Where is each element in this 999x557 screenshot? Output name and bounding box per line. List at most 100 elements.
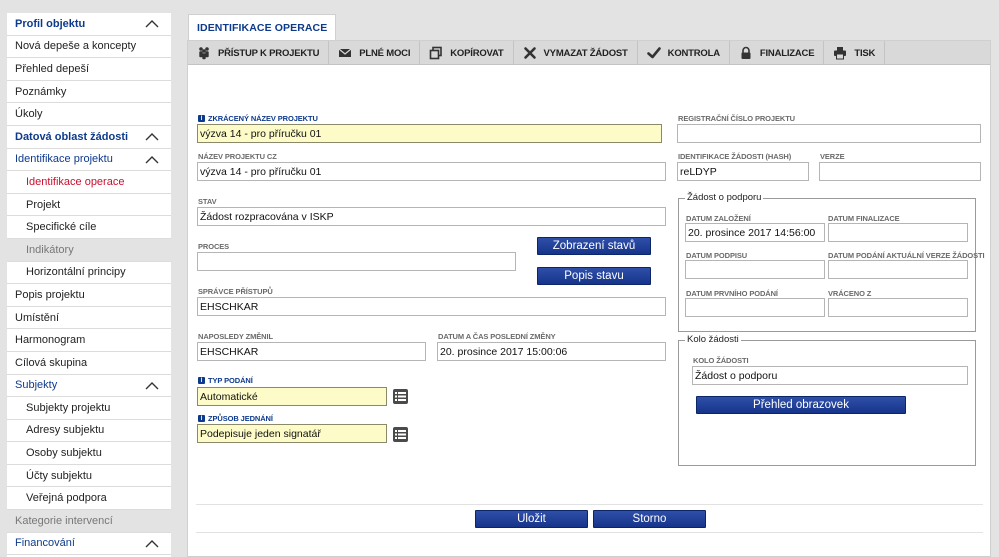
verze-label: VERZE [820, 152, 845, 161]
sidebar-item-label: Projekt [26, 198, 61, 211]
toolbar-button-label: VYMAZAT ŽÁDOST [543, 47, 628, 59]
delete-x-icon [523, 46, 544, 60]
typ-podani-list-icon[interactable] [393, 389, 408, 404]
sidebar-item-osoby-subjektu[interactable]: Osoby subjektu [7, 442, 171, 465]
people-icon [197, 46, 218, 60]
chevron-up-icon[interactable] [145, 19, 159, 29]
chevron-up-icon[interactable] [145, 132, 159, 142]
datum-podani-verze-field [828, 260, 968, 279]
sidebar-item-label: Adresy subjektu [26, 424, 105, 437]
sidebar-item-harmonogram[interactable]: Harmonogram [7, 329, 171, 352]
toolbar-vymazat-zadost-button[interactable]: VYMAZAT ŽÁDOST [514, 41, 638, 65]
toolbar-button-label: FINALIZACE [759, 47, 815, 59]
sidebar-item-verejna-podpora[interactable]: Veřejná podpora [7, 487, 171, 511]
sidebar-item-ukoly[interactable]: Úkoly [7, 103, 171, 126]
divider [196, 504, 983, 505]
datum-zmeny-field: 20. prosince 2017 15:00:06 [437, 342, 666, 361]
proces-field [197, 252, 516, 271]
sidebar-item-label: Specifické cíle [26, 221, 97, 234]
spravce-field: EHSCHKAR [197, 297, 666, 316]
sidebar-item-horizontalni-principy[interactable]: Horizontální principy [7, 262, 171, 285]
nazev-cz-label: NÁZEV PROJEKTU CZ [198, 152, 277, 161]
sidebar-item-profil-objektu[interactable]: Profil objektu [7, 13, 171, 36]
sidebar-item-label: Horizontální principy [26, 266, 126, 279]
toolbar-pristup-k-projektu-button[interactable]: PŘÍSTUP K PROJEKTU [188, 41, 330, 65]
nazev-cz-input[interactable]: výzva 14 - pro příručku 01 [197, 162, 666, 181]
zkraceny-nazev-label: i ZKRÁCENÝ NÁZEV PROJEKTU [198, 114, 318, 123]
sidebar-item-poznamky[interactable]: Poznámky [7, 81, 171, 104]
toolbar-button-label: KOPÍROVAT [450, 47, 504, 59]
sidebar-item-subjekty[interactable]: Subjekty [7, 375, 171, 398]
datum-podpisu-field [685, 260, 825, 279]
chevron-up-icon[interactable] [145, 154, 159, 164]
sidebar-item-kategorie-intervenci[interactable]: Kategorie intervencí [7, 510, 171, 533]
sidebar-item-label: Datová oblast žádosti [15, 130, 129, 143]
naposledy-zmenil-label: NAPOSLEDY ZMĚNIL [198, 332, 273, 341]
toolbar-kontrola-button[interactable]: KONTROLA [638, 41, 730, 65]
sidebar-item-popis-projektu[interactable]: Popis projektu [7, 284, 171, 307]
sidebar-item-label: Nová depeše a koncepty [15, 40, 137, 53]
sidebar-item-nova-depese-a-koncepty[interactable]: Nová depeše a koncepty [7, 36, 171, 59]
storno-button[interactable]: Storno [593, 510, 706, 528]
toolbar-finalizace-button[interactable]: FINALIZACE [730, 41, 825, 65]
popis-stavu-button[interactable]: Popis stavu [537, 267, 651, 285]
datum-prvniho-podani-field [685, 298, 825, 317]
sidebar-item-label: Přehled depeší [15, 62, 89, 75]
datum-finalizace-label: DATUM FINALIZACE [828, 214, 900, 223]
sidebar-item-label: Harmonogram [15, 334, 86, 347]
info-icon: i [198, 377, 205, 384]
zpusob-jednani-list-icon[interactable] [393, 427, 408, 442]
sidebar-nav: Profil objektu Nová depeše a koncepty Přeh… [7, 13, 171, 557]
sidebar-item-label: Popis projektu [15, 288, 85, 301]
toolbar: PŘÍSTUP K PROJEKTU PLNÉ MOCI KOPÍROVAT VYMA… [188, 41, 990, 65]
toolbar-button-label: KONTROLA [667, 47, 720, 59]
sidebar-item-datova-oblast-zadosti[interactable]: Datová oblast žádosti [7, 126, 171, 149]
toolbar-kopirovat-button[interactable]: KOPÍROVAT [420, 41, 514, 65]
sidebar-item-projekt[interactable]: Projekt [7, 194, 171, 217]
toolbar-plne-moci-button[interactable]: PLNÉ MOCI [329, 41, 421, 65]
chevron-up-icon[interactable] [145, 538, 159, 548]
sidebar-item-financovani[interactable]: Financování [7, 533, 171, 556]
sidebar-item-label: Veřejná podpora [26, 492, 107, 505]
sidebar-item-specificke-cile[interactable]: Specifické cíle [7, 216, 171, 239]
info-icon: i [198, 115, 205, 122]
stav-label: STAV [198, 197, 217, 206]
ulozit-button[interactable]: Uložit [475, 510, 588, 528]
chevron-up-icon[interactable] [145, 380, 159, 390]
vraceno-z-label: VRÁCENO Z [828, 289, 872, 298]
sidebar-item-label: Subjekty [15, 379, 58, 392]
kolo-zadosti-label: KOLO ŽÁDOSTI [693, 356, 749, 365]
spravce-label: SPRÁVCE PŘÍSTUPŮ [198, 287, 273, 296]
sidebar-item-label: Profil objektu [15, 17, 86, 30]
sidebar-item-identifikace-operace[interactable]: Identifikace operace [7, 171, 171, 194]
zpusob-jednani-select[interactable]: Podepisuje jeden signatář [197, 424, 387, 443]
typ-podani-label: i TYP PODÁNÍ [198, 376, 253, 385]
main-panel: PŘÍSTUP K PROJEKTU PLNÉ MOCI KOPÍROVAT VYMA… [187, 40, 991, 557]
naposledy-zmenil-field: EHSCHKAR [197, 342, 426, 361]
sidebar-item-subjekty-projektu[interactable]: Subjekty projektu [7, 397, 171, 420]
sidebar-item-cilova-skupina[interactable]: Cílová skupina [7, 352, 171, 375]
hash-field: reLDYP [677, 162, 809, 181]
sidebar-item-indikatory[interactable]: Indikátory [7, 238, 171, 262]
tab-identifikace-operace[interactable]: IDENTIFIKACE OPERACE [188, 14, 337, 41]
zadost-o-podporu-legend: Žádost o podporu [685, 192, 764, 203]
zobrazeni-stavu-button[interactable]: Zobrazení stavů [537, 237, 651, 255]
prehled-obrazovek-button[interactable]: Přehled obrazovek [696, 396, 906, 414]
sidebar-item-label: Subjekty projektu [26, 401, 111, 414]
sidebar-item-label: Financování [15, 537, 75, 550]
sidebar-item-umisteni[interactable]: Umístění [7, 307, 171, 330]
sidebar-item-adresy-subjektu[interactable]: Adresy subjektu [7, 420, 171, 443]
toolbar-tisk-button[interactable]: TISK [824, 41, 886, 65]
sidebar-item-label: Cílová skupina [15, 356, 88, 369]
zkraceny-nazev-input[interactable]: výzva 14 - pro příručku 01 [197, 124, 662, 143]
toolbar-button-label: PLNÉ MOCI [359, 47, 411, 59]
sidebar-item-label: Umístění [15, 311, 60, 324]
hash-label: IDENTIFIKACE ŽÁDOSTI (HASH) [678, 152, 792, 161]
sidebar-item-ucty-subjektu[interactable]: Účty subjektu [7, 465, 171, 488]
vraceno-z-field [828, 298, 968, 317]
sidebar-item-prehled-depesi[interactable]: Přehled depeší [7, 58, 171, 81]
typ-podani-select[interactable]: Automatické [197, 387, 387, 406]
sidebar-item-identifikace-projektu[interactable]: Identifikace projektu [7, 149, 171, 172]
checkmark-icon [646, 46, 668, 60]
datum-podpisu-label: DATUM PODPISU [686, 251, 748, 260]
